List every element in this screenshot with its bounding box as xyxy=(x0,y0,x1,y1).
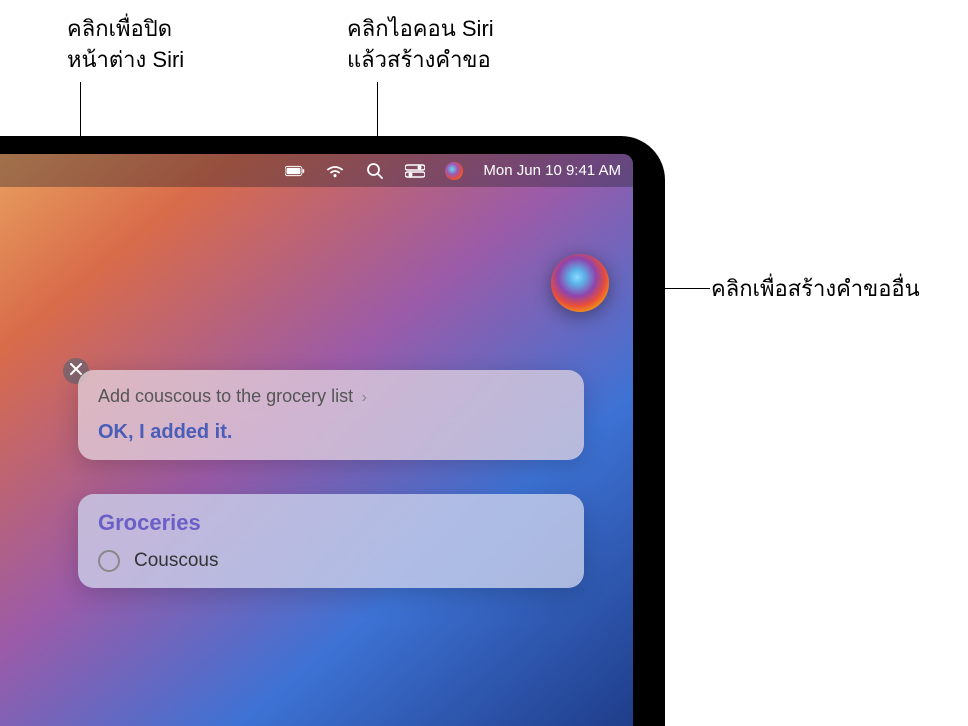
siri-response-text: OK, I added it. xyxy=(98,421,564,444)
menubar-icons xyxy=(285,162,463,180)
device-frame: Mon Jun 10 9:41 AM Add couscous to the g… xyxy=(0,136,665,726)
battery-icon[interactable] xyxy=(285,164,305,178)
callout-siriicon-text: คลิกไอคอน Siri แล้วสร้างคำขอ xyxy=(347,16,494,72)
callout-close-label: คลิกเพื่อปิด หน้าต่าง Siri xyxy=(67,14,184,76)
menubar: Mon Jun 10 9:41 AM xyxy=(0,154,633,187)
search-icon[interactable] xyxy=(365,164,385,178)
control-center-icon[interactable] xyxy=(405,164,425,178)
menubar-datetime[interactable]: Mon Jun 10 9:41 AM xyxy=(483,162,621,179)
list-item[interactable]: Couscous xyxy=(98,550,564,572)
siri-request-text: Add couscous to the grocery list xyxy=(98,386,353,406)
siri-request-card: Add couscous to the grocery list › OK, I… xyxy=(78,370,584,460)
siri-menubar-icon[interactable] xyxy=(445,162,463,180)
list-title: Groceries xyxy=(98,510,564,536)
wifi-icon[interactable] xyxy=(325,164,345,178)
chevron-right-icon: › xyxy=(362,389,367,407)
callout-close-text: คลิกเพื่อปิด หน้าต่าง Siri xyxy=(67,16,184,72)
radio-icon[interactable] xyxy=(98,550,120,572)
siri-list-card[interactable]: Groceries Couscous xyxy=(78,494,584,588)
screen: Mon Jun 10 9:41 AM Add couscous to the g… xyxy=(0,154,633,726)
siri-request-row[interactable]: Add couscous to the grocery list › xyxy=(98,386,564,407)
list-item-label: Couscous xyxy=(134,550,219,572)
callout-orb-text: คลิกเพื่อสร้างคำขออื่น xyxy=(711,276,920,301)
siri-orb[interactable] xyxy=(551,254,609,312)
callout-siriicon-label: คลิกไอคอน Siri แล้วสร้างคำขอ xyxy=(347,14,494,76)
callout-orb-label: คลิกเพื่อสร้างคำขออื่น xyxy=(711,274,920,305)
